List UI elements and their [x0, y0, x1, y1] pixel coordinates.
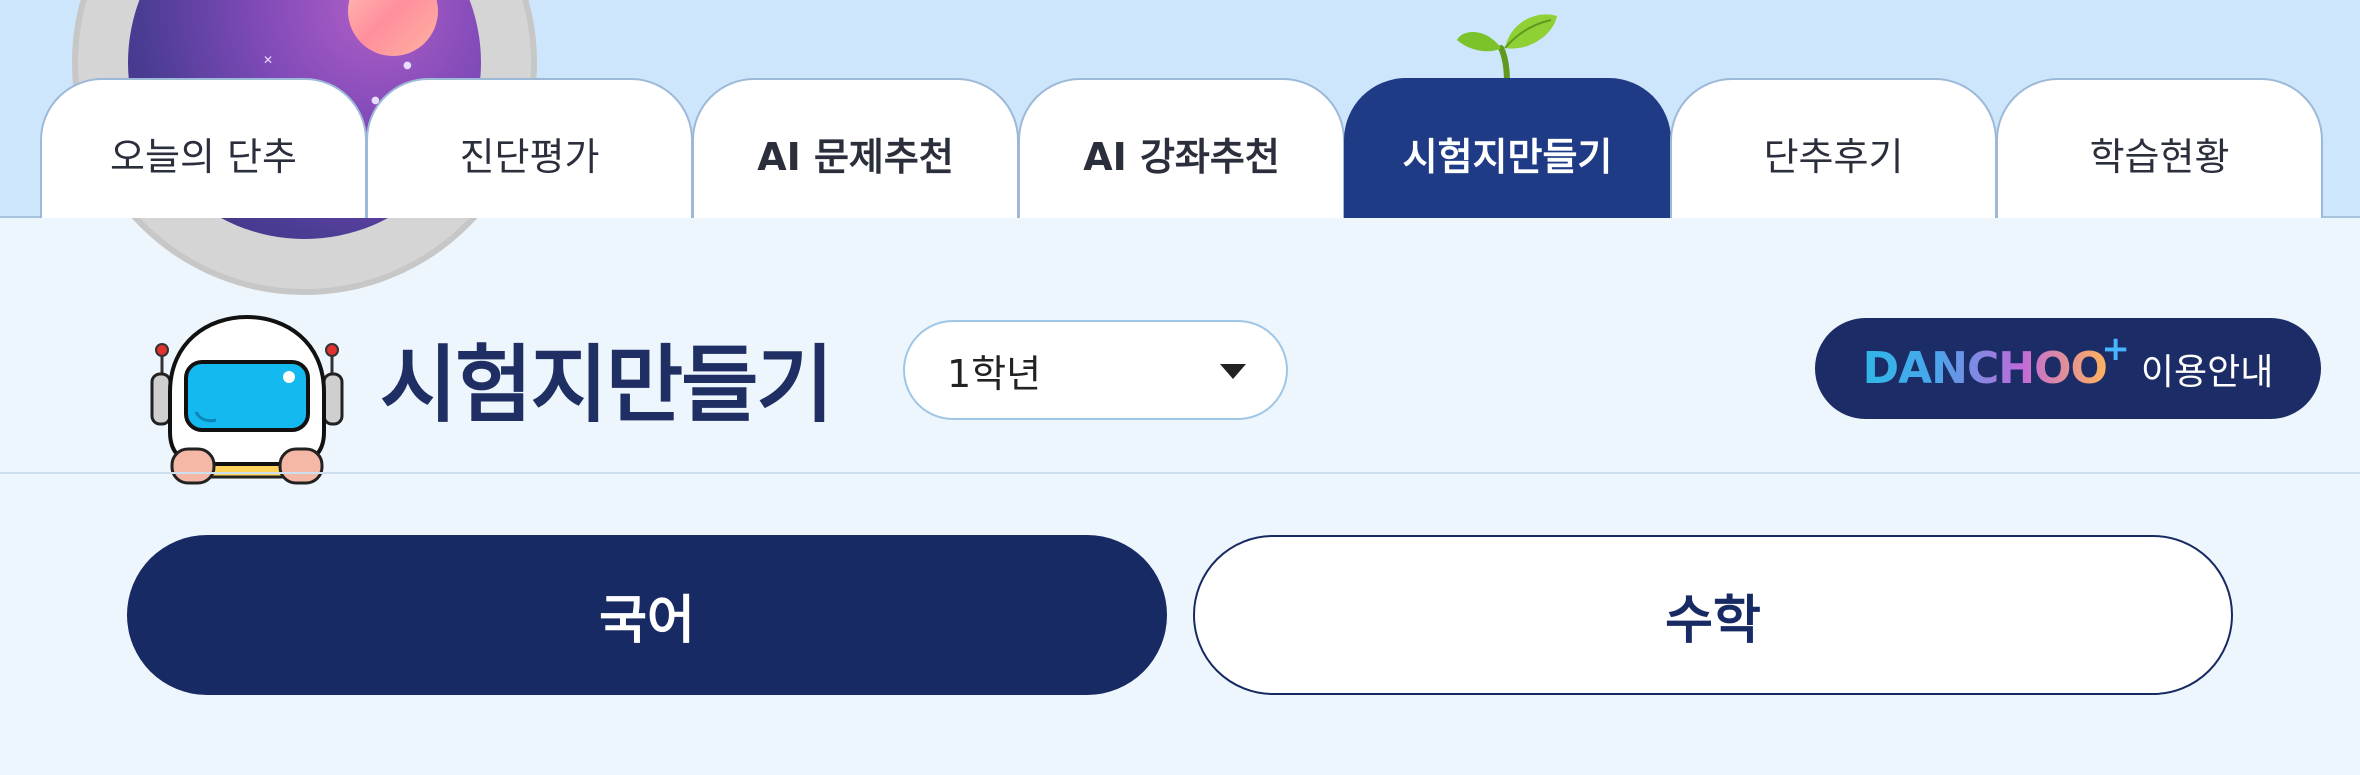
tab-diagnostic-test[interactable]: 진단평가: [366, 78, 693, 218]
dropdown-caret-icon: [1220, 364, 1246, 379]
tab-ai-problem-recommend[interactable]: AI 문제추천: [692, 78, 1019, 218]
tab-label: 시험지만들기: [1402, 134, 1613, 179]
tab-label: 오늘의 단추: [110, 134, 297, 179]
page-title: 시험지만들기: [380, 336, 834, 434]
tab-ai-lecture-recommend[interactable]: AI 강좌추천: [1018, 78, 1345, 218]
sprout-icon: [1457, 14, 1557, 83]
brand-text: DANCHOO: [1862, 343, 2107, 394]
subject-button-math[interactable]: 수학: [1193, 535, 2233, 695]
subject-label: 수학: [1665, 590, 1761, 651]
tab-label: AI 강좌추천: [1083, 134, 1280, 179]
astronaut-mascot-icon: [150, 314, 344, 485]
grade-select[interactable]: 1학년: [903, 320, 1288, 420]
usage-guide-button[interactable]: DANCHOO + 이용안내: [1815, 318, 2321, 419]
danchoo-brand-logo: DANCHOO +: [1862, 329, 2129, 394]
usage-guide-label: 이용안내: [2140, 351, 2274, 393]
brand-plus: +: [2101, 329, 2129, 369]
grade-select-value: 1학년: [947, 351, 1042, 396]
divider: [0, 472, 2360, 474]
page: ✦ ● ✕ ● ● ✦ 오늘의 단추 진단평가 AI 문제추천: [0, 0, 2360, 775]
tab-label: 진단평가: [459, 134, 600, 179]
tab-label: 학습현황: [2089, 134, 2230, 179]
top-band: ✦ ● ✕ ● ● ✦ 오늘의 단추 진단평가 AI 문제추천: [0, 0, 2360, 295]
tab-today-danchoo[interactable]: 오늘의 단추: [40, 78, 367, 218]
subject-label: 국어: [599, 590, 695, 651]
tab-label: 단추후기: [1763, 134, 1904, 179]
tab-learning-status[interactable]: 학습현황: [1996, 78, 2323, 218]
tab-make-test[interactable]: 시험지만들기: [1344, 78, 1671, 218]
tab-label: AI 문제추천: [757, 134, 954, 179]
tab-reviews[interactable]: 단추후기: [1670, 78, 1997, 218]
subject-button-korean[interactable]: 국어: [127, 535, 1167, 695]
